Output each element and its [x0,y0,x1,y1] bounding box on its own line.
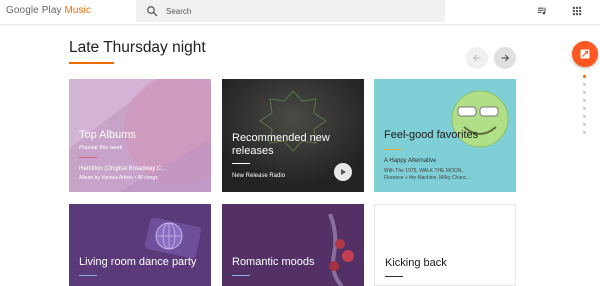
page-dot[interactable] [583,75,586,78]
play-icon [341,169,346,175]
search-icon[interactable] [146,5,158,17]
card-romantic-moods[interactable]: Romantic moods [222,204,364,286]
card-divider [384,149,402,150]
card-item-name: New Release Radio [232,173,286,179]
next-button[interactable] [494,47,516,69]
page-dot[interactable] [583,115,586,118]
title-underline [69,62,114,64]
page-dot[interactable] [583,91,586,94]
section-title: Late Thursday night [69,39,206,56]
card-kicking-back[interactable]: Kicking back [374,204,516,286]
arrow-left-icon [472,54,481,62]
card-title-line: Recommended new [232,132,330,144]
page-dot[interactable] [583,123,586,126]
card-divider [232,163,250,164]
shuffle-fab-button[interactable] [572,41,598,67]
top-bar: Google Play Music [0,0,600,24]
card-top-albums[interactable]: Top Albums Popular this week Hamilton (O… [69,79,211,192]
card-title: Recommended new releases [232,132,330,158]
card-title-line: releases [232,145,274,157]
card-feel-good-favorites[interactable]: Feel-good favorites A Happy Alternative … [374,79,516,192]
search-input[interactable] [166,4,426,18]
card-divider [79,275,97,276]
page-dot[interactable] [583,131,586,134]
page-indicator [583,75,587,139]
logo-text: Google Play [6,5,65,16]
app-logo[interactable]: Google Play Music [6,5,91,16]
logo-accent-text: Music [64,5,92,16]
card-art [144,217,202,259]
card-title: Feel-good favorites [384,129,479,141]
card-divider [79,157,97,158]
card-living-room-dance-party[interactable]: Living room dance party [69,204,211,286]
play-button[interactable] [334,163,352,181]
prev-button[interactable] [466,47,488,69]
card-item-name: Hamilton (Original Broadway C... [79,166,167,172]
card-title: Romantic moods [232,256,315,268]
card-divider [232,275,250,276]
card-title: Kicking back [385,257,447,269]
card-item-name: A Happy Alternative [384,158,437,164]
page-dot[interactable] [583,107,586,110]
search-box[interactable] [136,0,445,22]
card-title: Living room dance party [79,256,197,268]
card-divider [385,276,403,277]
queue-icon[interactable] [537,6,547,16]
shuffle-icon [580,49,590,59]
page-dot[interactable] [583,99,586,102]
card-item-desc: Album by Various Artists • 46 songs [79,175,158,181]
card-recommended-new-releases[interactable]: Recommended new releases New Release Rad… [222,79,364,192]
card-art [328,213,354,286]
card-item-desc: With The 1975, WALK THE MOON, [384,168,463,174]
card-subtitle: Popular this week [79,145,123,151]
arrow-right-icon [501,54,510,62]
apps-icon[interactable] [572,6,582,16]
card-item-desc: Florence + the Machine, Milky Chanc... [384,175,471,181]
page-dot[interactable] [583,83,586,86]
card-title: Top Albums [79,129,136,141]
